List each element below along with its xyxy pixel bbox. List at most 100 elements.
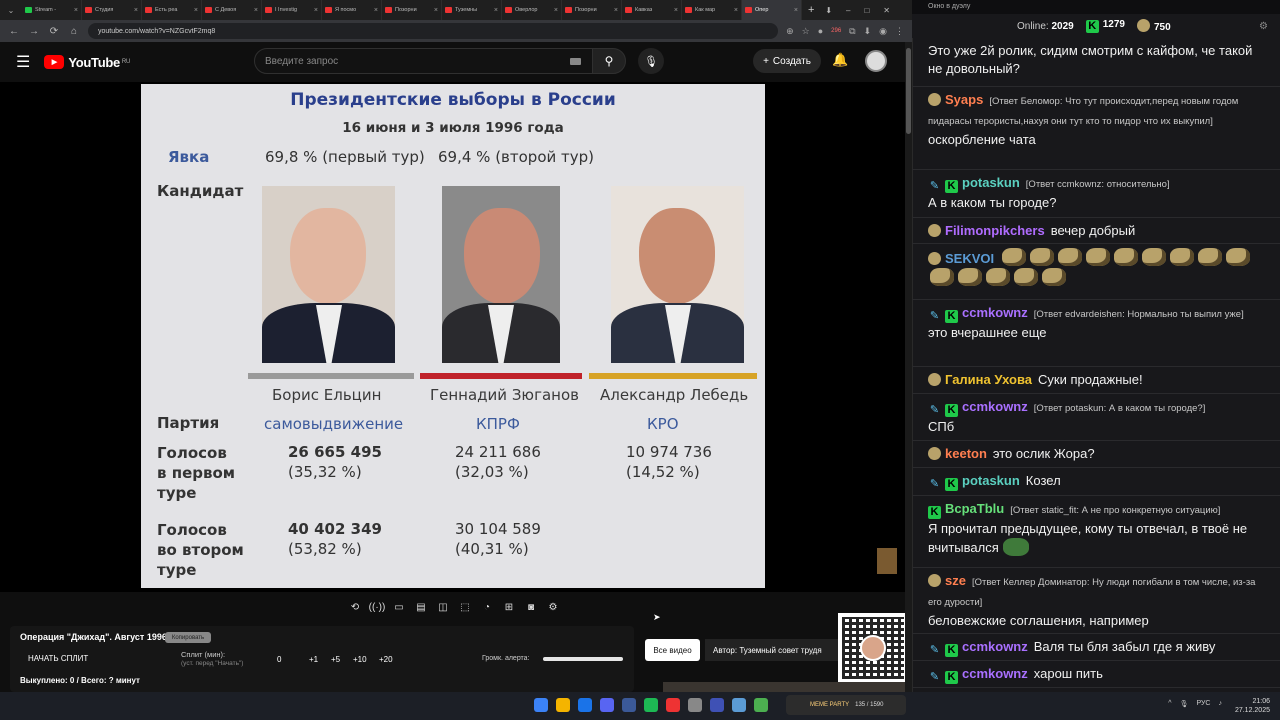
taskbar-app-icon[interactable] xyxy=(666,698,680,712)
bell-icon[interactable]: 🔔 xyxy=(832,52,848,68)
browser-tab[interactable]: Опер × xyxy=(742,0,802,20)
language-indicator[interactable]: РУС xyxy=(1196,700,1210,708)
browser-tab[interactable]: Как мар × xyxy=(682,0,742,20)
taskbar-app-icon[interactable] xyxy=(754,698,768,712)
tab-close-icon[interactable]: × xyxy=(614,7,618,14)
browser-tab[interactable]: Оверлор × xyxy=(502,0,562,20)
taskbar-app-icon[interactable] xyxy=(732,698,746,712)
zoom-icon[interactable]: ⊕ xyxy=(786,26,794,37)
split-add-5-button[interactable]: +5 xyxy=(331,655,340,664)
taskbar-app-icon[interactable] xyxy=(644,698,658,712)
tab-close-icon[interactable]: × xyxy=(374,7,378,14)
chat-username[interactable]: ccmkownz xyxy=(962,639,1028,654)
extension-icon[interactable]: ● xyxy=(818,26,823,36)
gear-icon[interactable]: ⚙ xyxy=(544,599,562,615)
meme-party-widget[interactable]: MEME PARTY 135 / 1590 xyxy=(786,695,906,715)
tab-close-icon[interactable]: × xyxy=(734,7,738,14)
chat-username[interactable]: ccmkownz xyxy=(962,666,1028,681)
taskbar-app-icon[interactable] xyxy=(710,698,724,712)
tab-close-icon[interactable]: × xyxy=(254,7,258,14)
speed-icon[interactable]: ◔ xyxy=(478,599,496,615)
search-input[interactable]: Введите запрос xyxy=(254,48,594,74)
menu-dots-icon[interactable]: ⋮ xyxy=(895,26,904,37)
taskbar-app-icon[interactable] xyxy=(600,698,614,712)
window-controls[interactable]: ⬇–□✕ xyxy=(825,6,904,15)
chat-settings-icon[interactable]: ⚙ xyxy=(1259,21,1268,32)
chat-username[interactable]: potaskun xyxy=(962,473,1020,488)
tab-close-icon[interactable]: × xyxy=(674,7,678,14)
clock[interactable]: 21:06 27.12.2025 xyxy=(1235,697,1270,715)
chat-username[interactable]: ccmkownz xyxy=(962,399,1028,414)
search-button[interactable]: ⚲ xyxy=(592,48,626,74)
browser-tab[interactable]: I Investig × xyxy=(262,0,322,20)
browser-tab[interactable]: Туземны × xyxy=(442,0,502,20)
new-tab-icon[interactable]: + xyxy=(808,4,814,16)
volume-icon[interactable]: ♪ xyxy=(1219,700,1223,708)
page-scrollbar[interactable] xyxy=(905,42,912,692)
page-scrollbar-thumb[interactable] xyxy=(906,48,911,134)
youtube-logo[interactable]: ▶ YouTube RU xyxy=(44,55,130,70)
split-add-10-button[interactable]: +10 xyxy=(353,655,367,664)
chat-username[interactable]: Галина Ухова xyxy=(945,372,1032,387)
chat-username[interactable]: Syaps xyxy=(945,92,983,107)
chat-username[interactable]: keeton xyxy=(945,446,987,461)
mic-tray-icon[interactable]: 🎙 xyxy=(1180,700,1189,708)
browser-tab[interactable]: Кавказ × xyxy=(622,0,682,20)
start-split-button[interactable]: НАЧАТЬ СПЛИТ xyxy=(28,654,88,663)
chat-username[interactable]: BcpaTblu xyxy=(945,501,1004,516)
extension-badge[interactable]: 296 xyxy=(831,28,841,34)
tab-close-icon[interactable]: × xyxy=(434,7,438,14)
download-icon[interactable]: ⬇ xyxy=(864,26,872,37)
taskbar-app-icon[interactable] xyxy=(556,698,570,712)
clapper-icon[interactable]: ▤ xyxy=(412,599,430,615)
forward-icon[interactable]: → xyxy=(28,26,40,37)
taskbar-app-icon[interactable] xyxy=(688,698,702,712)
tab-close-icon[interactable]: × xyxy=(494,7,498,14)
taskbar-app-icon[interactable] xyxy=(534,698,548,712)
browser-tab[interactable]: Stream - × xyxy=(22,0,82,20)
profile-icon[interactable]: ◉ xyxy=(879,26,887,37)
browser-tab[interactable]: Позорни × xyxy=(382,0,442,20)
keyboard-icon[interactable] xyxy=(570,58,581,65)
chat-username[interactable]: potaskun xyxy=(962,175,1020,190)
tab-close-icon[interactable]: × xyxy=(194,7,198,14)
tab-close-icon[interactable]: × xyxy=(794,7,798,14)
frame-icon[interactable]: ⬚ xyxy=(456,599,474,615)
create-button[interactable]: + Создать xyxy=(753,49,821,73)
broadcast-icon[interactable]: ((·)) xyxy=(368,599,386,615)
extensions-icon[interactable]: ⧉ xyxy=(849,26,855,37)
pip-icon[interactable]: ◫ xyxy=(434,599,452,615)
screen-icon[interactable]: ▭ xyxy=(390,599,408,615)
chat-username[interactable]: SEKVOI xyxy=(945,251,994,266)
browser-tab[interactable]: Есть реа × xyxy=(142,0,202,20)
browser-tab[interactable]: Позорни × xyxy=(562,0,622,20)
chat-username[interactable]: sze xyxy=(945,573,966,588)
overlay-thumbnail[interactable] xyxy=(877,548,897,574)
mic-button[interactable]: 🎙 xyxy=(638,48,664,74)
chevron-up-icon[interactable]: ^ xyxy=(1168,700,1171,708)
camera-icon[interactable]: ◙ xyxy=(522,599,540,615)
browser-tab[interactable]: Я посмо × xyxy=(322,0,382,20)
browser-tab[interactable]: С Девоя × xyxy=(202,0,262,20)
split-add-20-button[interactable]: +20 xyxy=(379,655,393,664)
url-field[interactable]: youtube.com/watch?v=NZGcvtF2mq8 xyxy=(88,23,779,39)
add-box-icon[interactable]: ⊞ xyxy=(500,599,518,615)
chat-username[interactable]: ccmkownz xyxy=(962,305,1028,320)
taskbar-app-icon[interactable] xyxy=(578,698,592,712)
copy-button[interactable]: Копировать xyxy=(165,632,211,643)
browser-tab[interactable]: Студия × xyxy=(82,0,142,20)
home-icon[interactable]: ⌂ xyxy=(68,26,80,37)
tab-close-icon[interactable]: × xyxy=(134,7,138,14)
back-icon[interactable]: ← xyxy=(8,26,20,37)
alert-volume-slider[interactable] xyxy=(543,657,623,661)
author-button[interactable]: Автор: Туземный совет трудя xyxy=(705,639,843,661)
bookmark-star-icon[interactable]: ☆ xyxy=(802,26,810,37)
tab-close-icon[interactable]: × xyxy=(74,7,78,14)
tab-close-icon[interactable]: × xyxy=(554,7,558,14)
menu-icon[interactable]: ☰ xyxy=(16,52,30,72)
avatar[interactable] xyxy=(865,50,887,72)
tab-list-icon[interactable]: ⌄ xyxy=(0,6,22,15)
split-add-1-button[interactable]: +1 xyxy=(309,655,318,664)
loop-icon[interactable]: ⟲ xyxy=(346,599,364,615)
reload-icon[interactable]: ⟳ xyxy=(48,26,60,37)
